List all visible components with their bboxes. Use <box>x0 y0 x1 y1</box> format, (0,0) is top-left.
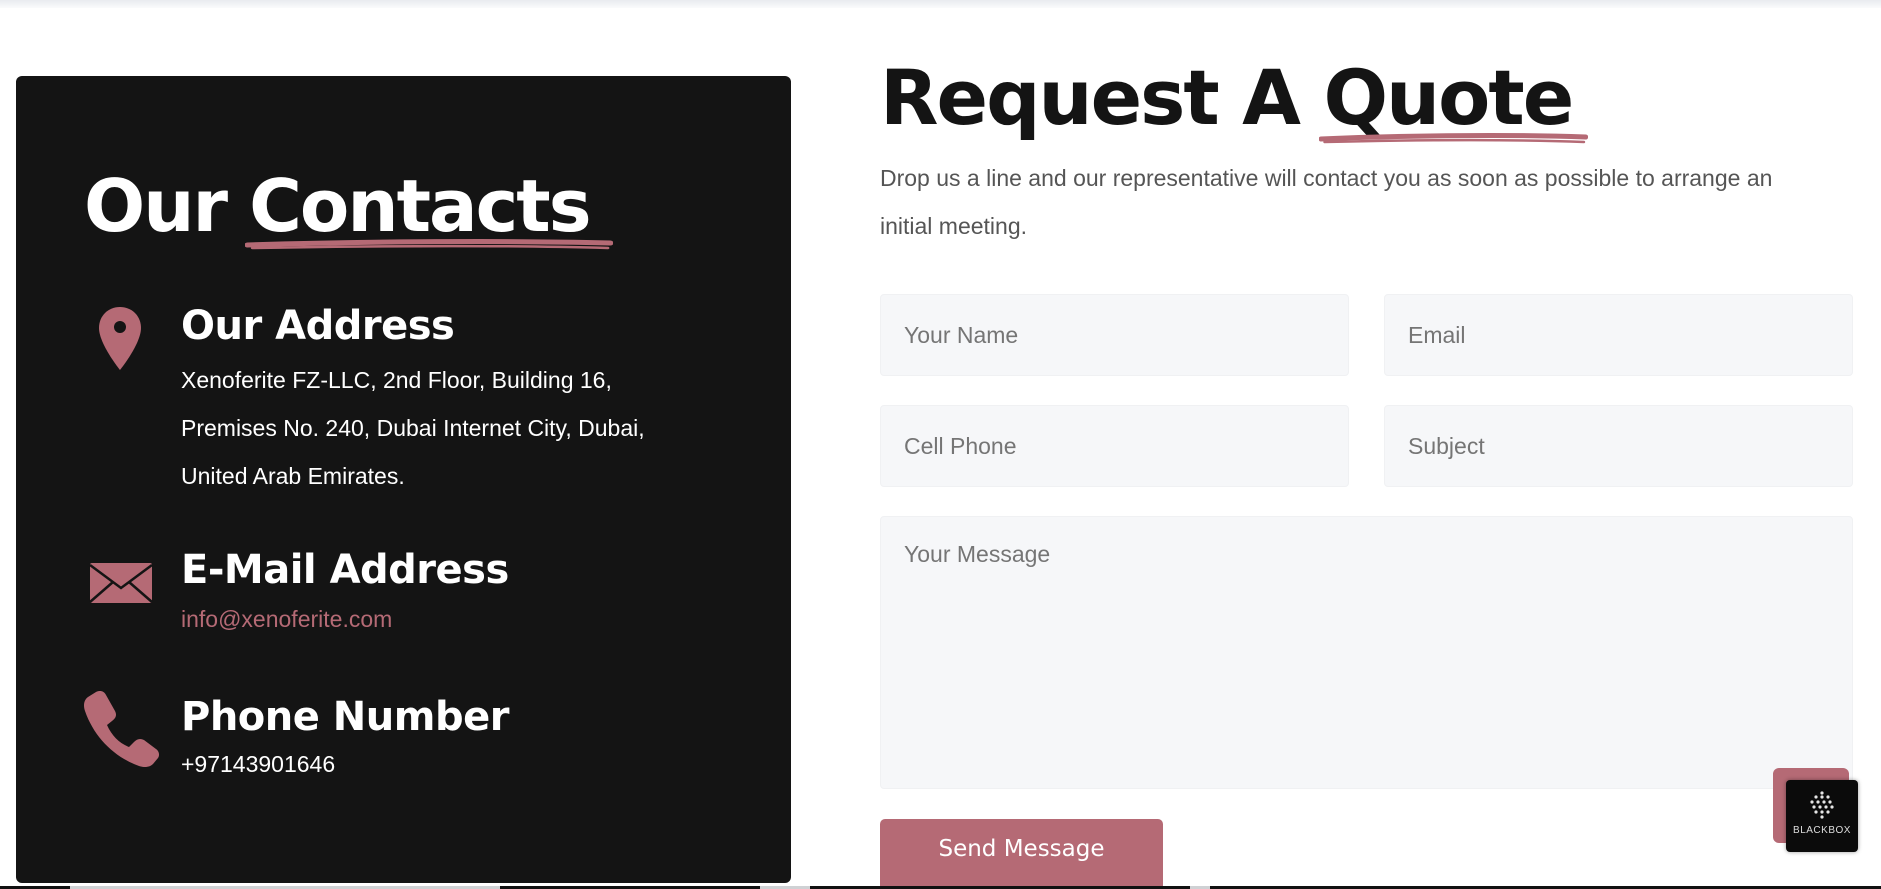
contacts-heading-accent: Contacts <box>245 170 613 250</box>
brush-underline <box>245 239 613 250</box>
email-input[interactable] <box>1384 294 1853 376</box>
phone-title: Phone Number <box>181 694 509 740</box>
email-title: E-Mail Address <box>181 547 509 593</box>
quote-description: Drop us a line and our representative wi… <box>880 165 1773 239</box>
brush-underline <box>1319 133 1589 144</box>
contacts-card: Our Contacts Our Address Xenoferite FZ-L… <box>16 76 791 883</box>
phone-value: +97143901646 <box>181 751 336 777</box>
address-line: Premises No. 240, Dubai Internet City, D… <box>181 415 645 441</box>
envelope-icon <box>89 562 153 609</box>
quote-heading-accent-text: Quote <box>1323 53 1574 142</box>
quote-heading: Request A Quote <box>880 60 1589 144</box>
blackbox-logo-icon <box>1806 790 1838 827</box>
contacts-heading-plain: Our <box>84 164 228 248</box>
address-line: United Arab Emirates. <box>181 463 405 489</box>
address-text: Xenoferite FZ-LLC, 2nd Floor, Building 1… <box>181 356 645 500</box>
header-shadow <box>0 0 1881 8</box>
address-title: Our Address <box>181 303 455 349</box>
quote-heading-plain: Request A <box>880 53 1301 142</box>
send-message-button[interactable]: Send Message <box>880 819 1163 889</box>
map-pin-icon <box>98 306 142 377</box>
blackbox-label: BLACKBOX <box>1793 825 1851 836</box>
message-textarea[interactable] <box>880 516 1853 789</box>
phone-icon <box>82 689 160 772</box>
email-link[interactable]: info@xenoferite.com <box>181 606 509 633</box>
quote-heading-accent: Quote <box>1319 60 1589 144</box>
phone-block: Phone Number +97143901646 <box>181 697 509 779</box>
name-input[interactable] <box>880 294 1349 376</box>
contacts-heading: Our Contacts <box>84 170 613 250</box>
cell-phone-input[interactable] <box>880 405 1349 487</box>
email-block: E-Mail Address info@xenoferite.com <box>181 550 509 633</box>
blackbox-widget[interactable]: BLACKBOX <box>1786 780 1858 852</box>
address-line: Xenoferite FZ-LLC, 2nd Floor, Building 1… <box>181 367 612 393</box>
address-block: Our Address Xenoferite FZ-LLC, 2nd Floor… <box>181 306 645 500</box>
subject-input[interactable] <box>1384 405 1853 487</box>
